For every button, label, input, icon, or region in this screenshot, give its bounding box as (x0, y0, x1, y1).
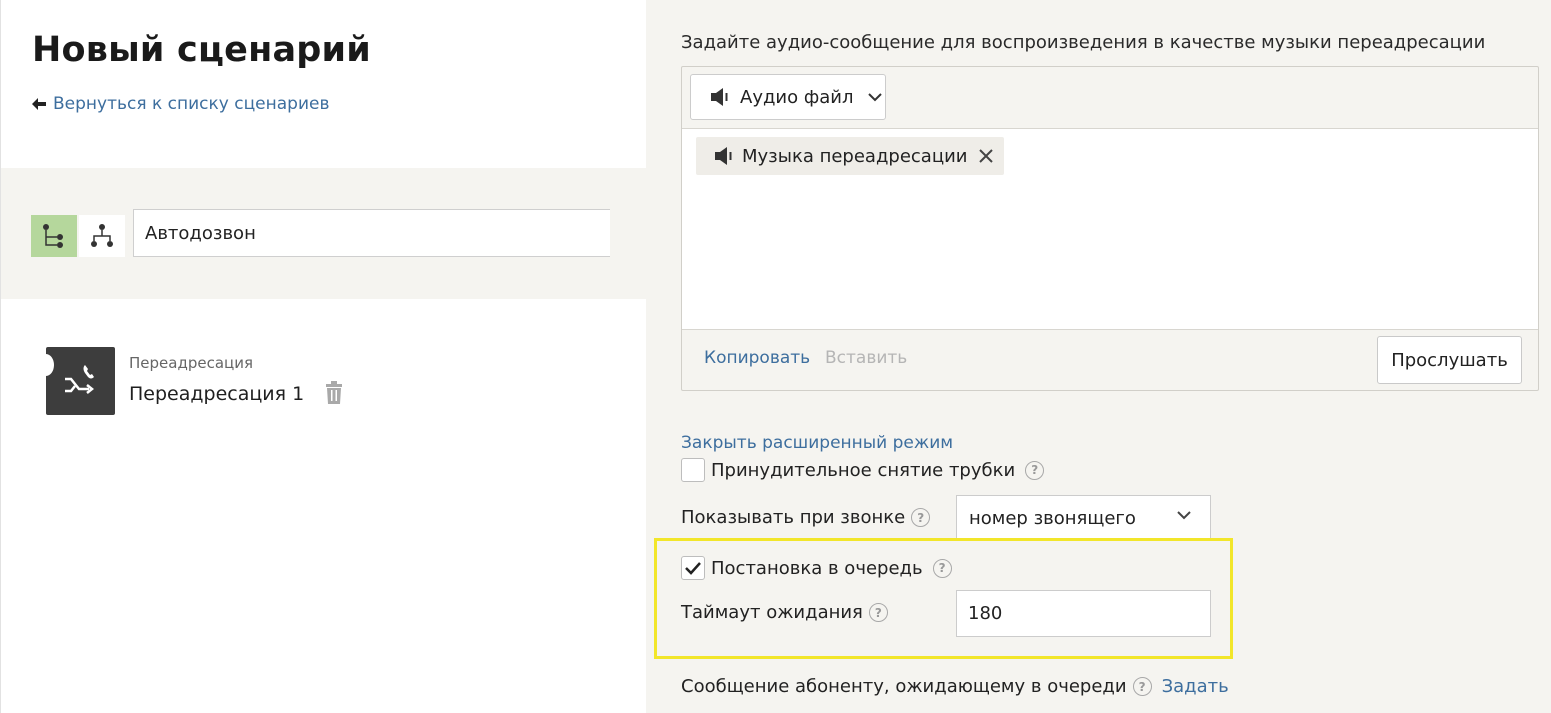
scenario-name-input[interactable] (133, 209, 610, 257)
chevron-down-icon (868, 93, 883, 102)
tree-view-button[interactable] (31, 215, 77, 257)
help-icon[interactable]: ? (911, 508, 931, 527)
queue-row: Постановка в очередь ? (681, 556, 952, 580)
queue-checkbox[interactable] (681, 556, 705, 580)
tree-view-icon (43, 224, 63, 248)
close-icon[interactable] (978, 148, 994, 164)
audio-type-dropdown[interactable]: Аудио файл (690, 74, 886, 120)
call-redirect-icon (64, 365, 94, 394)
forced-pickup-checkbox[interactable] (681, 458, 705, 482)
audio-message-label: Задайте аудио-сообщение для воспроизведе… (681, 32, 1486, 53)
scenario-editor-panel: Новый сценарий Вернуться к списку сценар… (0, 0, 647, 713)
chevron-down-icon (1177, 511, 1191, 520)
flow-view-button[interactable] (79, 215, 125, 257)
help-icon[interactable]: ? (868, 603, 888, 622)
help-icon[interactable]: ? (1132, 677, 1152, 696)
show-on-call-value: номер звонящего (969, 507, 1136, 529)
node-connector-dot[interactable] (38, 354, 54, 376)
copy-link[interactable]: Копировать (704, 348, 810, 368)
timeout-row: Таймаут ожидания ? (681, 602, 888, 623)
trash-icon[interactable] (323, 381, 345, 405)
check-icon (685, 562, 701, 575)
redirect-node-icon[interactable] (38, 347, 115, 415)
queue-label: Постановка в очередь (711, 557, 923, 579)
audio-type-label: Аудио файл (740, 86, 854, 108)
close-advanced-mode-link[interactable]: Закрыть расширенный режим (681, 433, 953, 453)
help-icon[interactable]: ? (932, 558, 952, 578)
speaker-icon (711, 88, 728, 106)
speaker-icon (715, 147, 732, 165)
set-queue-message-link[interactable]: Задать (1162, 676, 1229, 697)
timeout-input[interactable] (956, 590, 1211, 637)
audio-message-box: Аудио файл Музыка переадресации Копирова… (681, 66, 1539, 391)
show-on-call-row: Показывать при звонке ? (681, 507, 931, 528)
queue-message-label: Сообщение абоненту, ожидающему в очереди (681, 676, 1127, 697)
show-on-call-label: Показывать при звонке (681, 507, 906, 528)
help-icon[interactable]: ? (1025, 460, 1045, 480)
timeout-label: Таймаут ожидания (681, 602, 863, 623)
back-link-label: Вернуться к списку сценариев (53, 94, 330, 114)
forced-pickup-row: Принудительное снятие трубки ? (681, 458, 1045, 482)
arrow-left-icon (32, 98, 46, 110)
page-title: Новый сценарий (32, 30, 371, 70)
audio-tag: Музыка переадресации (696, 137, 1005, 175)
paste-link: Вставить (825, 348, 908, 368)
listen-button[interactable]: Прослушать (1377, 336, 1522, 384)
audio-tag-label: Музыка переадресации (742, 145, 968, 167)
queue-message-row: Сообщение абоненту, ожидающему в очереди… (681, 676, 1229, 697)
audio-drop-area[interactable]: Музыка переадресации (682, 128, 1538, 330)
flow-view-icon (91, 224, 113, 247)
forced-pickup-label: Принудительное снятие трубки (711, 459, 1016, 481)
node-name[interactable]: Переадресация 1 (129, 383, 304, 405)
node-settings-panel: Задайте аудио-сообщение для воспроизведе… (646, 0, 1551, 713)
node-type-label: Переадресация (129, 354, 253, 372)
show-on-call-select[interactable]: номер звонящего (956, 495, 1211, 541)
back-to-list-link[interactable]: Вернуться к списку сценариев (31, 94, 329, 114)
